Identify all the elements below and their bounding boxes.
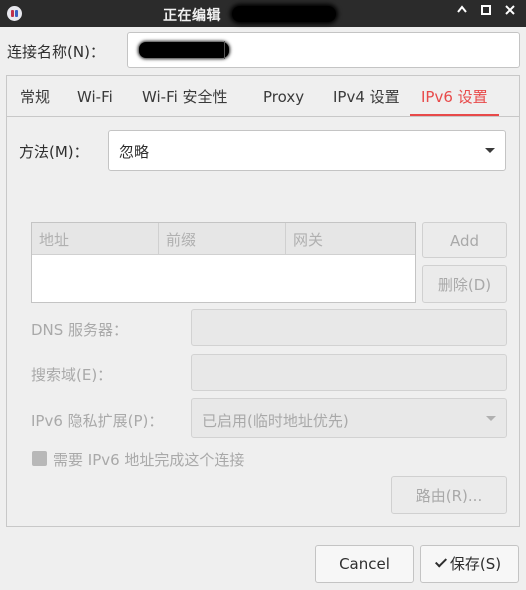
delete-address-button[interactable]: 删除(D) bbox=[422, 265, 507, 303]
column-address[interactable]: 地址 bbox=[32, 223, 159, 255]
privacy-select[interactable]: 已启用(临时地址优先) bbox=[191, 398, 507, 438]
tab-general[interactable]: 常规 bbox=[20, 76, 50, 116]
save-button[interactable]: 保存(S) bbox=[420, 545, 519, 583]
tab-wifi-security[interactable]: Wi-Fi 安全性 bbox=[142, 76, 228, 116]
redacted-connection-value bbox=[139, 42, 229, 58]
method-label: 方法(M)： bbox=[19, 143, 89, 161]
method-select[interactable]: 忽略 bbox=[108, 130, 506, 171]
save-label: 保存(S) bbox=[449, 555, 502, 573]
window-titlebar: 正在编辑 bbox=[0, 0, 526, 27]
redacted-connection-name bbox=[232, 6, 336, 22]
connection-name-input[interactable] bbox=[127, 32, 520, 68]
window-title: 正在编辑 bbox=[163, 8, 221, 24]
column-gateway[interactable]: 网关 bbox=[286, 223, 415, 255]
chevron-down-icon bbox=[485, 148, 495, 153]
tab-wifi[interactable]: Wi-Fi bbox=[77, 76, 113, 116]
tab-ipv4[interactable]: IPv4 设置 bbox=[333, 76, 400, 116]
privacy-value: 已启用(临时地址优先) bbox=[202, 412, 349, 430]
column-prefix[interactable]: 前缀 bbox=[159, 223, 286, 255]
require-ipv6-checkbox[interactable] bbox=[32, 451, 47, 466]
tab-bar: 常规 Wi-Fi Wi-Fi 安全性 Proxy IPv4 设置 IPv6 设置 bbox=[7, 76, 519, 117]
search-domains-label: 搜索域(E)： bbox=[31, 366, 113, 384]
add-address-button[interactable]: Add bbox=[422, 222, 507, 258]
require-ipv6-label: 需要 IPv6 地址完成这个连接 bbox=[53, 451, 245, 469]
cancel-button[interactable]: Cancel bbox=[315, 545, 414, 583]
text-caret bbox=[224, 41, 225, 59]
connection-name-label: 连接名称(N)： bbox=[7, 43, 105, 61]
address-table[interactable]: 地址 前缀 网关 bbox=[31, 222, 416, 303]
settings-notebook: 常规 Wi-Fi Wi-Fi 安全性 Proxy IPv4 设置 IPv6 设置… bbox=[6, 75, 520, 527]
checkmark-icon bbox=[434, 555, 447, 568]
restore-icon[interactable] bbox=[477, 4, 495, 22]
routes-button[interactable]: 路由(R)... bbox=[391, 476, 507, 514]
tab-proxy[interactable]: Proxy bbox=[263, 76, 304, 116]
dns-label: DNS 服务器： bbox=[31, 321, 129, 339]
privacy-label: IPv6 隐私扩展(P)： bbox=[31, 412, 164, 430]
method-value: 忽略 bbox=[119, 143, 150, 161]
dns-input[interactable] bbox=[191, 309, 507, 346]
address-table-header: 地址 前缀 网关 bbox=[32, 223, 415, 255]
maximize-icon[interactable] bbox=[453, 4, 471, 22]
tab-ipv6[interactable]: IPv6 设置 bbox=[410, 76, 499, 116]
close-icon[interactable] bbox=[501, 4, 519, 22]
chevron-down-icon bbox=[486, 416, 496, 421]
search-domains-input[interactable] bbox=[191, 354, 507, 391]
app-icon bbox=[7, 6, 22, 21]
